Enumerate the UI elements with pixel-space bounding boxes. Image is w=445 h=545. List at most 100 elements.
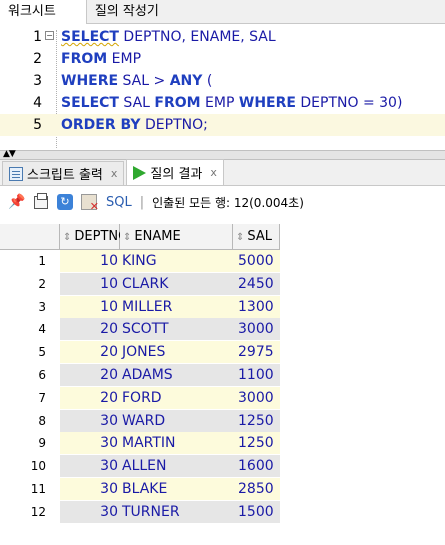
sql-keyword: WHERE xyxy=(238,95,296,111)
close-icon[interactable]: x xyxy=(210,166,217,179)
sql-keyword: ANY xyxy=(169,73,203,89)
code-text: ORDER BY DEPTNO; xyxy=(61,114,208,136)
cell-sal[interactable]: 5000 xyxy=(233,250,280,272)
table-row[interactable]: 12 30 TURNER 1500 xyxy=(0,500,445,523)
cell-deptno[interactable]: 30 xyxy=(60,455,120,478)
cell-sal[interactable]: 1250 xyxy=(233,432,280,455)
row-number: 7 xyxy=(38,390,46,405)
code-text: SELECT SAL FROM EMP WHERE DEPTNO = 30) xyxy=(61,92,402,114)
sql-keyword: ORDER BY xyxy=(61,117,141,133)
sql-keyword: WHERE xyxy=(61,73,119,89)
code-line[interactable]: 5 ORDER BY DEPTNO; xyxy=(0,114,445,136)
table-row[interactable]: 4 20 SCOTT 3000 xyxy=(0,318,445,341)
sql-link[interactable]: SQL xyxy=(106,195,132,210)
table-row[interactable]: 6 20 ADAMS 1100 xyxy=(0,364,445,386)
code-line[interactable]: 4 SELECT SAL FROM EMP WHERE DEPTNO = 30) xyxy=(0,92,445,114)
cell-ename[interactable]: MILLER xyxy=(120,295,233,318)
close-icon[interactable]: x xyxy=(111,167,118,180)
refresh-icon: ↻ xyxy=(57,194,73,210)
cell-deptno[interactable]: 30 xyxy=(60,409,120,432)
cell-ename[interactable]: TURNER xyxy=(120,500,233,523)
table-row[interactable]: 10 30 ALLEN 1600 xyxy=(0,455,445,478)
cell-sal[interactable]: 1100 xyxy=(233,364,280,386)
cell-deptno[interactable]: 30 xyxy=(60,432,120,455)
cell-deptno[interactable]: 30 xyxy=(60,500,120,523)
cell-deptno[interactable]: 20 xyxy=(60,341,120,364)
fold-toggle-icon[interactable]: − xyxy=(45,31,54,40)
sort-icon[interactable]: ⇕ xyxy=(63,232,71,243)
sort-icon[interactable]: ⇕ xyxy=(123,232,131,243)
table-row[interactable]: 5 20 JONES 2975 xyxy=(0,341,445,364)
tab-script-output-label: 스크립트 출력 xyxy=(27,168,103,183)
sql-identifier: EMP xyxy=(200,95,239,111)
splitter-arrows-icon[interactable]: ▲▼ xyxy=(3,149,16,159)
cell-deptno[interactable]: 10 xyxy=(60,250,120,272)
fetch-status: 인출된 모든 행: 12(0.004초) xyxy=(152,195,304,210)
cell-ename[interactable]: WARD xyxy=(120,409,233,432)
print-button[interactable] xyxy=(32,192,50,211)
cell-deptno[interactable]: 20 xyxy=(60,318,120,341)
cell-deptno[interactable]: 10 xyxy=(60,272,120,295)
sql-keyword: FROM xyxy=(61,51,108,67)
code-line[interactable]: 3 WHERE SAL > ANY ( xyxy=(0,70,445,92)
print-icon xyxy=(34,192,48,209)
table-row[interactable]: 7 20 FORD 3000 xyxy=(0,386,445,409)
toolbar-separator: | xyxy=(139,194,145,210)
cell-deptno[interactable]: 20 xyxy=(60,364,120,386)
export-button[interactable] xyxy=(80,193,99,213)
table-row[interactable]: 2 10 CLARK 2450 xyxy=(0,272,445,295)
column-header-deptno[interactable]: ⇕ DEPTNO xyxy=(60,224,128,250)
run-play-icon xyxy=(133,165,147,180)
column-header-ename[interactable]: ⇕ ENAME xyxy=(120,224,233,250)
sql-identifier: DEPTNO, ENAME, SAL xyxy=(118,29,276,45)
cell-deptno[interactable]: 20 xyxy=(60,386,120,409)
tab-query-result[interactable]: 질의 결과 x xyxy=(126,159,224,185)
refresh-button[interactable]: ↻ xyxy=(56,193,74,211)
sql-editor[interactable]: 1− SELECT DEPTNO, ENAME, SAL 2 FROM EMP 3 WHE… xyxy=(0,24,445,150)
cell-ename[interactable]: CLARK xyxy=(120,272,233,295)
code-line[interactable]: 1− SELECT DEPTNO, ENAME, SAL xyxy=(0,26,445,48)
column-header-sal[interactable]: ⇕ SAL xyxy=(233,224,280,250)
row-number: 2 xyxy=(38,276,46,291)
line-number: 1 xyxy=(33,29,42,45)
sql-keyword: SELECT xyxy=(61,29,119,45)
tab-query-result-label: 질의 결과 xyxy=(150,167,203,182)
sort-icon[interactable]: ⇕ xyxy=(236,232,244,243)
line-number: 3 xyxy=(33,73,42,89)
result-toolbar: 📌 ↻ SQL | 인출된 모든 행: 12(0.004초) xyxy=(0,187,445,217)
cell-sal[interactable]: 1250 xyxy=(233,409,280,432)
table-row[interactable]: 1 10 KING 5000 xyxy=(0,250,445,272)
cell-sal[interactable]: 3000 xyxy=(233,318,280,341)
row-number: 6 xyxy=(38,368,46,382)
cell-ename[interactable]: JONES xyxy=(120,341,233,364)
grid-header: ⇕ DEPTNO ⇕ ENAME ⇕ SAL xyxy=(0,224,445,250)
code-line[interactable]: 2 FROM EMP xyxy=(0,48,445,70)
cell-deptno[interactable]: 30 xyxy=(60,478,120,500)
table-row[interactable]: 9 30 MARTIN 1250 xyxy=(0,432,445,455)
output-tab-bar: 스크립트 출력 x 질의 결과 x xyxy=(0,159,445,186)
code-text: WHERE SAL > ANY ( xyxy=(61,70,212,92)
result-grid[interactable]: ⇕ DEPTNO ⇕ ENAME ⇕ SAL 1 10 KING 5000 2 10 CLARK 2… xyxy=(0,224,445,545)
cell-ename[interactable]: BLAKE xyxy=(120,478,233,500)
cell-sal[interactable]: 1600 xyxy=(233,455,280,478)
cell-ename[interactable]: ADAMS xyxy=(120,364,233,386)
tab-query-builder[interactable]: 질의 작성기 xyxy=(87,0,167,24)
cell-ename[interactable]: MARTIN xyxy=(120,432,233,455)
cell-sal[interactable]: 2975 xyxy=(233,341,280,364)
tab-script-output[interactable]: 스크립트 출력 x xyxy=(2,161,125,185)
cell-sal[interactable]: 1500 xyxy=(233,500,280,523)
table-row[interactable]: 3 10 MILLER 1300 xyxy=(0,295,445,318)
table-row[interactable]: 11 30 BLAKE 2850 xyxy=(0,478,445,500)
cell-sal[interactable]: 1300 xyxy=(233,295,280,318)
pin-icon[interactable]: 📌 xyxy=(8,193,26,211)
cell-ename[interactable]: FORD xyxy=(120,386,233,409)
cell-ename[interactable]: SCOTT xyxy=(120,318,233,341)
tab-worksheet[interactable]: 워크시트 xyxy=(0,0,87,24)
cell-sal[interactable]: 2850 xyxy=(233,478,280,500)
table-row[interactable]: 8 30 WARD 1250 xyxy=(0,409,445,432)
cell-sal[interactable]: 3000 xyxy=(233,386,280,409)
cell-ename[interactable]: ALLEN xyxy=(120,455,233,478)
cell-ename[interactable]: KING xyxy=(120,250,233,272)
cell-sal[interactable]: 2450 xyxy=(233,272,280,295)
cell-deptno[interactable]: 10 xyxy=(60,295,120,318)
